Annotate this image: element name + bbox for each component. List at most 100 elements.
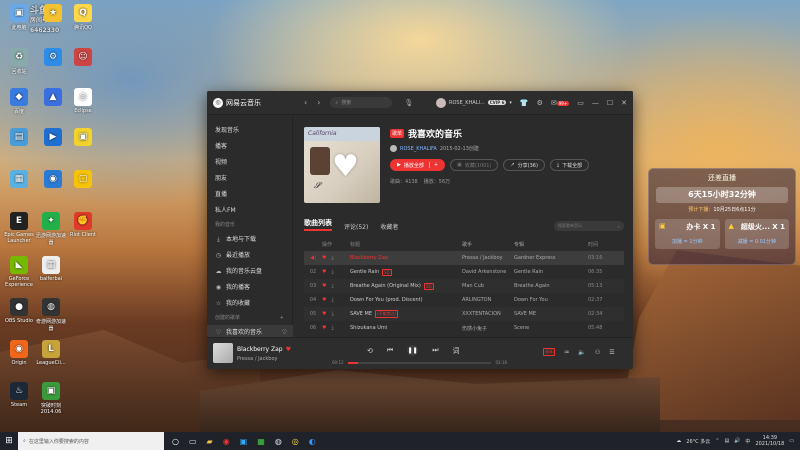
desktop-icon[interactable]: ☺ — [66, 48, 100, 68]
download-all-button[interactable]: ⤓ 下载全部 — [549, 159, 590, 171]
sidebar-item[interactable]: 直播 — [215, 187, 292, 203]
music-app-window[interactable]: ◎ 网易云音乐 ‹ › ⌕ 搜索 🎙 ROSE_KHALI... CVIP 6 … — [207, 91, 633, 369]
clock[interactable]: 14:39 2021/10/18 — [755, 435, 784, 447]
desktop-icon[interactable]: ▢ — [66, 170, 100, 190]
desktop-icon[interactable]: ◍ 奇游网游加速器 — [34, 298, 68, 332]
sound-effect-icon[interactable]: ♒ — [564, 349, 569, 356]
sidebar-item[interactable]: 私人FM — [215, 203, 292, 219]
netease-music-icon[interactable]: ◉ — [223, 437, 230, 446]
now-playing-artist[interactable]: Pressa / Jackboy — [237, 356, 277, 362]
download-icon[interactable]: ⤓ — [331, 325, 333, 331]
sidebar-item[interactable]: ◷ 最近播放 — [215, 248, 292, 264]
tab-comments[interactable]: 评论(52) — [344, 222, 368, 231]
playlist-search-input[interactable]: 搜索歌单音乐 ⌕ — [554, 221, 624, 231]
sidebar-item[interactable]: ☁ 我的音乐云盘 — [215, 264, 292, 280]
sidebar-item[interactable]: ⤓ 本地与下载 — [215, 232, 292, 248]
desktop-icon[interactable]: ⚙ — [36, 48, 70, 68]
desktop-icon[interactable]: ▤ — [2, 128, 36, 148]
table-row[interactable]: 05 ♥ ⤓ SAVE ME (不能错过) XXXTENTACION SAVE ME 02:3… — [304, 307, 624, 321]
heart-icon[interactable]: ♥ — [322, 255, 326, 261]
tab-collectors[interactable]: 收藏者 — [380, 222, 398, 231]
download-icon[interactable]: ⤓ — [331, 311, 333, 317]
windows-start-icon[interactable]: ⊞ — [0, 436, 18, 446]
mail-icon[interactable]: ✉ 99+ — [551, 99, 570, 107]
notification-icon[interactable]: ▭ — [789, 438, 794, 444]
download-icon[interactable]: ⤓ — [331, 255, 333, 261]
table-row[interactable]: 02 ♥ ⤓ Gentle Rain SQ David Arkenstone Gentle … — [304, 265, 624, 279]
desktop-icon[interactable]: ✊ Riot Client — [66, 212, 100, 238]
desktop-icon[interactable]: Q 腾讯QQ — [66, 4, 100, 31]
desktop-icon[interactable]: ▦ — [2, 170, 36, 190]
desktop-icon[interactable]: ★ — [36, 4, 70, 24]
browser-icon[interactable]: ◐ — [309, 437, 316, 446]
minimize-icon[interactable]: — — [592, 99, 599, 107]
sidebar-item[interactable]: 朋友 — [215, 171, 292, 187]
pause-button[interactable]: ❚❚ — [407, 345, 419, 356]
table-row[interactable]: 03 ♥ ⤓ Breathe Again (Original Mix) SQ Man Cu… — [304, 279, 624, 293]
desktop-icon[interactable]: ▣ — [66, 128, 100, 148]
sidebar-item[interactable]: ☆ 我的收藏 — [215, 296, 292, 312]
now-playing-title[interactable]: Blackberry Zap ♥ — [237, 346, 291, 353]
ime-icon[interactable]: 中 — [745, 438, 750, 445]
desktop-icon[interactable]: ▦ baiferbai — [34, 256, 68, 282]
creator-avatar[interactable] — [390, 145, 397, 152]
add-playlist-icon[interactable]: + — [280, 312, 284, 325]
weather-icon[interactable]: ☁ — [676, 438, 681, 444]
task-view-icon[interactable]: ○ — [172, 437, 179, 446]
desktop-icon[interactable]: ◎ Eclipse — [66, 88, 100, 114]
desktop-icon[interactable]: ◣ GeForce Experience — [2, 256, 36, 288]
desktop-icon[interactable]: L LeagueCli... — [34, 340, 68, 366]
mini-mode-icon[interactable]: ▭ — [577, 99, 584, 107]
liked-heart-icon[interactable]: ♥ — [286, 346, 291, 353]
qq-icon[interactable]: ◎ — [292, 437, 299, 446]
lyrics-icon[interactable]: 词 — [453, 346, 460, 356]
gear-icon[interactable]: ⚙ — [537, 99, 543, 107]
tray-expand-icon[interactable]: ⌃ — [715, 438, 719, 444]
sidebar-item[interactable]: 播客 — [215, 139, 292, 155]
creator-name[interactable]: ROSE_KHALIFA — [400, 146, 437, 152]
progress-bar[interactable] — [347, 361, 492, 364]
download-icon[interactable]: ⤓ — [331, 297, 333, 303]
desktop-icon[interactable]: ✦ 迅游网游加速器 — [34, 212, 68, 246]
sidebar-item[interactable]: ◉ 我的播客 — [215, 280, 292, 296]
desktop-icon[interactable]: ◉ Origin — [2, 340, 36, 366]
shirt-icon[interactable]: 👕 — [520, 99, 529, 107]
heart-icon[interactable]: ♥ — [322, 297, 326, 303]
table-row[interactable]: 04 ♥ ⤓ Down For You (prod. Discent) ARLINGTO… — [304, 293, 624, 307]
playlist-cover[interactable]: California ♥ 𝓢 — [304, 127, 380, 203]
desktop-icon[interactable]: ♻ 回收站 — [2, 48, 36, 75]
desktop-icon[interactable]: ▲ — [36, 88, 70, 108]
title-bar[interactable]: ◎ 网易云音乐 ‹ › ⌕ 搜索 🎙 ROSE_KHALI... CVIP 6 … — [207, 91, 633, 115]
share-button[interactable]: ↗ 分享(36) — [503, 159, 545, 171]
mic-icon[interactable]: 🎙 — [404, 99, 413, 107]
now-playing-cover[interactable] — [213, 343, 233, 363]
download-icon[interactable]: ⤓ — [331, 269, 333, 275]
close-icon[interactable]: ✕ — [621, 99, 627, 107]
search-input[interactable]: ⌕ 搜索 — [330, 97, 393, 108]
network-icon[interactable]: ▤ — [724, 438, 729, 444]
download-icon[interactable]: ⤓ — [331, 283, 333, 289]
play-all-button[interactable]: ▶ 播放全部 + — [390, 159, 446, 171]
playlist-queue-icon[interactable]: ☰ — [609, 349, 614, 356]
previous-icon[interactable]: ⏮ — [387, 346, 393, 355]
app-logo[interactable]: ◎ 网易云音乐 — [213, 97, 298, 108]
heart-icon[interactable]: ♥ — [322, 325, 326, 331]
app-icon[interactable]: ▦ — [257, 437, 265, 446]
desktop-icon[interactable]: ◉ — [36, 170, 70, 190]
back-icon[interactable]: ‹ — [304, 98, 307, 107]
add-to-queue-icon[interactable]: + — [428, 162, 438, 168]
desktop-icon[interactable]: E Epic Games Launcher — [2, 212, 36, 244]
chat-icon[interactable]: ▣ — [240, 437, 248, 446]
table-row[interactable]: 06 ♥ ⤓ Shizukana Umi 伤感小兔子 Scene 05:48 — [304, 321, 624, 335]
taskview-icon[interactable]: ▭ — [189, 437, 197, 446]
user-menu[interactable]: ROSE_KHALI... CVIP 6 ▾ — [436, 97, 512, 108]
file-explorer-icon[interactable]: ▰ — [207, 437, 213, 446]
taskbar-search-input[interactable]: ⌕ 在这里输入你要搜索的内容 — [18, 432, 164, 450]
desktop-icon[interactable]: ♨ Steam — [2, 382, 36, 408]
volume-icon[interactable]: 🔈 — [578, 349, 585, 356]
collect-button[interactable]: ▣ 收藏(1001) — [450, 159, 499, 171]
sidebar-item[interactable]: 发现音乐 — [215, 123, 292, 139]
heart-icon[interactable]: ♥ — [322, 283, 326, 289]
volume-icon[interactable]: 🔊 — [734, 438, 740, 444]
desktop-icon[interactable]: ▣ 此电脑 — [2, 4, 36, 31]
